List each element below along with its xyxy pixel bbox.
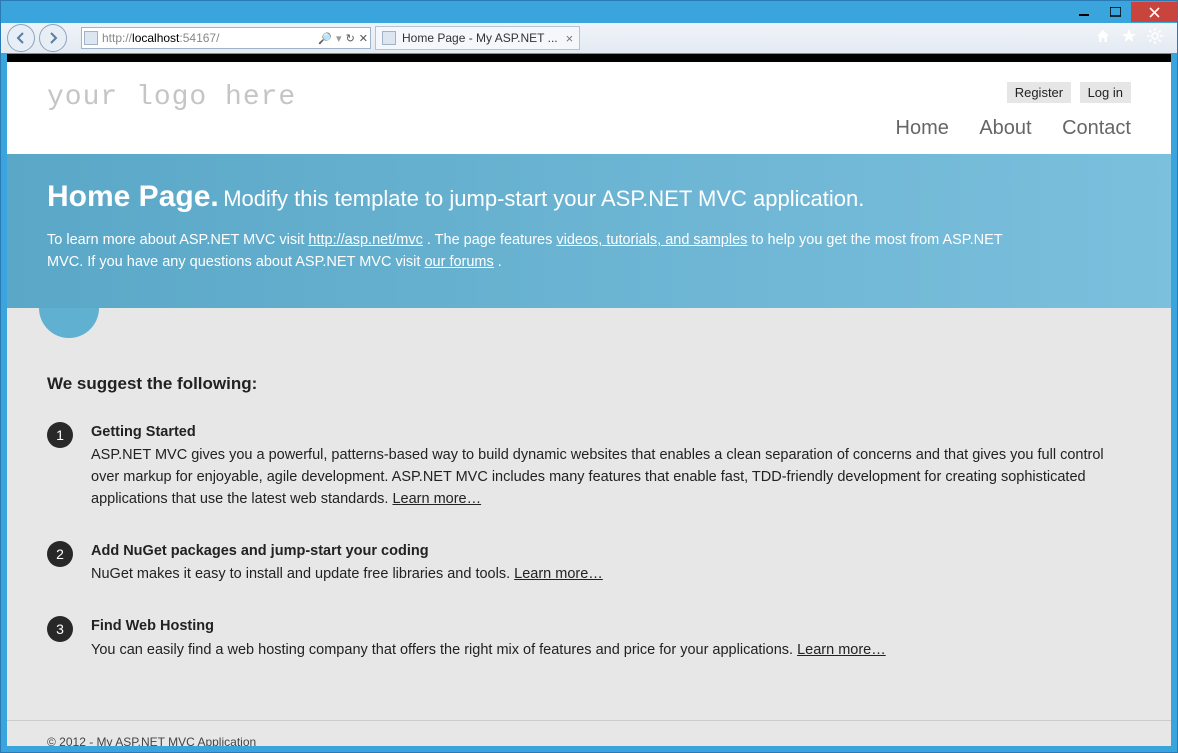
back-button[interactable] (7, 24, 35, 52)
search-icon[interactable]: 🔎 (318, 32, 332, 45)
step-text: ASP.NET MVC gives you a powerful, patter… (91, 447, 1104, 507)
hero-decorative-circle (39, 308, 99, 338)
hero-title: Home Page. (47, 180, 219, 213)
register-link[interactable]: Register (1007, 82, 1071, 103)
top-bar (7, 54, 1171, 62)
url-text: http://localhost:54167/ (102, 31, 318, 45)
hero-subtitle: Modify this template to jump-start your … (223, 186, 864, 211)
forward-button[interactable] (39, 24, 67, 52)
settings-icon[interactable] (1147, 28, 1163, 49)
nav-home[interactable]: Home (896, 117, 949, 139)
tab-close-icon[interactable]: × (566, 31, 574, 46)
step-text: You can easily find a web hosting compan… (91, 642, 797, 658)
window-minimize-button[interactable] (1069, 2, 1099, 22)
window-titlebar (1, 1, 1177, 23)
tab-page-icon (382, 31, 396, 45)
nav-contact[interactable]: Contact (1062, 117, 1131, 139)
footer-text: © 2012 - My ASP.NET MVC Application (47, 735, 256, 747)
home-icon[interactable] (1095, 28, 1111, 49)
site-logo[interactable]: your logo here (47, 82, 296, 113)
page-content: your logo here Register Log in Home Abou… (7, 54, 1171, 746)
step-1: 1 Getting Started ASP.NET MVC gives you … (47, 422, 1131, 511)
refresh-icon[interactable]: ↻ (346, 32, 355, 45)
window-close-button[interactable] (1131, 2, 1177, 22)
hero-link-forums[interactable]: our forums (424, 254, 493, 270)
login-link[interactable]: Log in (1080, 82, 1131, 103)
stop-icon[interactable]: ✕ (359, 32, 368, 45)
step-2: 2 Add NuGet packages and jump-start your… (47, 541, 1131, 587)
window-maximize-button[interactable] (1100, 2, 1130, 22)
step-3: 3 Find Web Hosting You can easily find a… (47, 616, 1131, 662)
hero-link-videos[interactable]: videos, tutorials, and samples (556, 232, 747, 248)
browser-tab[interactable]: Home Page - My ASP.NET ... × (375, 26, 580, 50)
hero-banner: Home Page. Modify this template to jump-… (7, 154, 1171, 308)
learn-more-link[interactable]: Learn more… (514, 566, 603, 582)
hero-link-aspnet[interactable]: http://asp.net/mvc (308, 232, 422, 248)
step-text: NuGet makes it easy to install and updat… (91, 566, 514, 582)
suggest-heading: We suggest the following: (47, 374, 1131, 394)
step-number: 2 (47, 541, 73, 567)
learn-more-link[interactable]: Learn more… (797, 642, 886, 658)
tab-title: Home Page - My ASP.NET ... (402, 31, 558, 45)
step-title: Add NuGet packages and jump-start your c… (91, 541, 1131, 563)
step-title: Getting Started (91, 422, 1131, 444)
step-number: 1 (47, 422, 73, 448)
address-bar[interactable]: http://localhost:54167/ 🔎 ▾ ↻ ✕ (81, 27, 371, 49)
browser-toolbar: http://localhost:54167/ 🔎 ▾ ↻ ✕ Home Pag… (1, 23, 1177, 53)
page-icon (84, 31, 98, 45)
page-footer: © 2012 - My ASP.NET MVC Application (7, 720, 1171, 747)
step-number: 3 (47, 616, 73, 642)
favorites-icon[interactable] (1121, 28, 1137, 49)
nav-about[interactable]: About (979, 117, 1031, 139)
hero-paragraph: To learn more about ASP.NET MVC visit ht… (47, 230, 1017, 274)
learn-more-link[interactable]: Learn more… (392, 491, 481, 507)
step-title: Find Web Hosting (91, 616, 1131, 638)
